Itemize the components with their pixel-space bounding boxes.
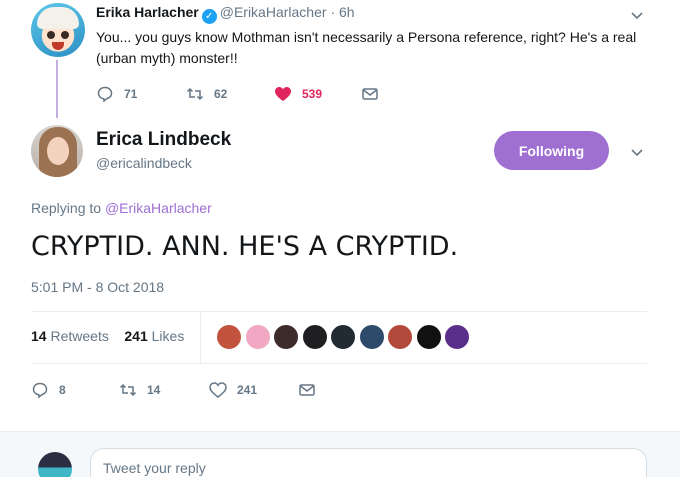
replying-to-prefix: Replying to: [31, 200, 102, 216]
reply-icon: [31, 381, 59, 399]
parent-tweet: Erika Harlacher ✓ @ErikaHarlacher · 6h You…: [0, 0, 680, 118]
parent-tweet-text: You... you guys know Mothman isn't neces…: [96, 29, 637, 66]
parent-tweet-header: Erika Harlacher ✓ @ErikaHarlacher · 6h: [96, 4, 355, 24]
retweet-icon: [186, 85, 214, 103]
liker-avatar[interactable]: [387, 324, 413, 350]
replying-to: Replying to @ErikaHarlacher: [31, 200, 212, 216]
separator-dot: ·: [330, 4, 336, 20]
liker-avatar[interactable]: [330, 324, 356, 350]
like-count: 241: [124, 328, 148, 344]
retweet-count-action: 14: [147, 383, 161, 397]
tweet-stats: 14 Retweets 241 Likes: [31, 328, 184, 344]
main-author-handle[interactable]: @ericalindbeck: [96, 155, 192, 171]
parent-author-handle[interactable]: @ErikaHarlacher: [220, 4, 327, 20]
like-count-action: 241: [237, 383, 258, 397]
parent-chevron-down-icon[interactable]: [630, 8, 644, 22]
parent-like-button[interactable]: 539: [274, 84, 322, 104]
parent-reply-button[interactable]: 71: [96, 84, 137, 104]
erica-avatar[interactable]: [31, 125, 83, 177]
liker-avatar[interactable]: [358, 324, 385, 350]
thread-connector: [56, 60, 58, 118]
avatar-mouth: [52, 42, 64, 50]
retweet-icon: [119, 381, 147, 399]
avatar-hair: [37, 7, 79, 29]
envelope-icon: [298, 381, 326, 399]
liker-avatar[interactable]: [415, 324, 442, 350]
parent-tweet-time[interactable]: 6h: [339, 4, 355, 20]
liker-avatar[interactable]: [301, 324, 328, 350]
main-chevron-down-icon[interactable]: [630, 145, 644, 159]
stats-separator: [200, 311, 201, 363]
parent-retweet-count: 62: [214, 87, 228, 101]
divider: [31, 363, 647, 364]
liker-avatar[interactable]: [444, 324, 470, 350]
likes-stat[interactable]: 241 Likes: [124, 328, 184, 344]
parent-retweet-button[interactable]: 62: [186, 84, 227, 104]
verified-badge-icon: ✓: [201, 9, 217, 24]
retweet-button[interactable]: 14: [119, 380, 160, 400]
retweet-count: 14: [31, 328, 47, 344]
reply-button[interactable]: 8: [31, 380, 66, 400]
liker-avatar[interactable]: [244, 324, 271, 350]
heart-icon: [209, 381, 237, 399]
heart-filled-icon: [274, 85, 302, 103]
dm-button[interactable]: [298, 380, 326, 400]
avatar-face: [47, 137, 69, 165]
envelope-icon: [361, 85, 389, 103]
following-button[interactable]: Following: [494, 131, 609, 170]
like-label: Likes: [151, 328, 185, 344]
main-tweet-timestamp[interactable]: 5:01 PM - 8 Oct 2018: [31, 279, 164, 295]
like-button[interactable]: 241: [209, 380, 257, 400]
divider: [31, 311, 647, 312]
parent-like-count: 539: [302, 87, 323, 101]
reply-icon: [96, 85, 124, 103]
reply-input[interactable]: [90, 448, 647, 477]
main-tweet-text: CRYPTID. ANN. HE'S A CRYPTID.: [31, 231, 459, 262]
main-author-name[interactable]: Erica Lindbeck: [96, 129, 231, 151]
erika-avatar[interactable]: [31, 3, 85, 57]
parent-author-name[interactable]: Erika Harlacher: [96, 4, 199, 20]
parent-dm-button[interactable]: [361, 84, 389, 104]
replying-to-link[interactable]: @ErikaHarlacher: [105, 200, 212, 216]
retweets-stat[interactable]: 14 Retweets: [31, 328, 109, 344]
parent-reply-count: 71: [124, 87, 138, 101]
reply-count: 8: [59, 383, 66, 397]
avatar-eye-right: [61, 31, 69, 39]
liker-avatar[interactable]: [216, 324, 242, 350]
liker-avatar[interactable]: [273, 324, 299, 350]
retweet-label: Retweets: [50, 328, 109, 344]
avatar-eye-left: [47, 31, 55, 39]
